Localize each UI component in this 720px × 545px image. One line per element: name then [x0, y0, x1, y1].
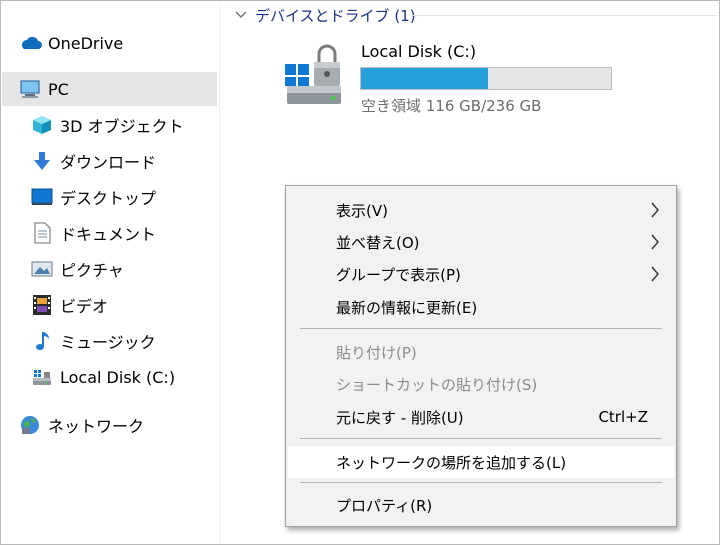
- menu-item-view[interactable]: 表示(V): [288, 194, 674, 226]
- sidebar-item-label: 3D オブジェクト: [60, 117, 184, 136]
- menu-item-shortcut: Ctrl+Z: [598, 408, 648, 426]
- menu-separator: [300, 482, 662, 483]
- chevron-right-icon: [651, 202, 659, 218]
- document-icon: [30, 221, 54, 245]
- sidebar-item-label: Local Disk (C:): [60, 367, 176, 387]
- group-header-devices[interactable]: デバイスとドライブ (1): [233, 4, 717, 26]
- menu-item-sort-by[interactable]: 並べ替え(O): [288, 226, 674, 258]
- sidebar-item-label: ピクチャ: [60, 261, 124, 280]
- drive-icon: [30, 365, 54, 389]
- menu-item-add-network-location[interactable]: ネットワークの場所を追加する(L): [288, 446, 674, 478]
- pictures-icon: [30, 257, 54, 281]
- menu-item-undo-delete[interactable]: 元に戻す - 削除(U) Ctrl+Z: [288, 401, 674, 433]
- music-note-icon: [30, 329, 54, 353]
- menu-item-label: プロパティ(R): [336, 496, 433, 515]
- menu-separator: [300, 438, 662, 439]
- drive-tile-local-disk[interactable]: Local Disk (C:) 空き領域 116 GB/236 GB: [283, 38, 643, 118]
- sidebar-item-pc[interactable]: PC: [2, 72, 217, 106]
- menu-item-paste[interactable]: 貼り付け(P): [288, 336, 674, 368]
- menu-item-label: 元に戻す - 削除(U): [336, 408, 464, 427]
- sidebar-item-label: ドキュメント: [60, 225, 157, 244]
- 3d-objects-icon: [30, 113, 54, 137]
- menu-item-label: ネットワークの場所を追加する(L): [336, 453, 567, 472]
- network-icon: [18, 413, 42, 437]
- explorer-window: OneDrive PC 3D オブジェクト ダウンロード デスクトップ ドキュメ…: [0, 0, 720, 545]
- drive-usage-bar: [360, 67, 612, 90]
- desktop-icon: [30, 185, 54, 209]
- chevron-right-icon: [651, 234, 659, 250]
- group-header-label: デバイスとドライブ (1): [255, 6, 416, 25]
- menu-item-paste-shortcut[interactable]: ショートカットの貼り付け(S): [288, 368, 674, 400]
- computer-icon: [18, 77, 42, 101]
- drive-free-space: 空き領域 116 GB/236 GB: [361, 97, 542, 115]
- sidebar-item-label: デスクトップ: [60, 189, 157, 208]
- chevron-right-icon: [651, 266, 659, 282]
- sidebar-item-downloads[interactable]: ダウンロード: [2, 144, 217, 178]
- menu-item-properties[interactable]: プロパティ(R): [288, 489, 674, 521]
- sidebar-item-label: OneDrive: [48, 33, 124, 53]
- chevron-down-icon: [235, 11, 247, 18]
- sidebar-item-3d-objects[interactable]: 3D オブジェクト: [2, 108, 217, 142]
- sidebar-item-label: ダウンロード: [60, 153, 157, 172]
- context-menu: 表示(V) 並べ替え(O) グループで表示(P) 最新の情報に更新(E) 貼り付…: [285, 185, 677, 527]
- drive-name: Local Disk (C:): [361, 42, 477, 61]
- sidebar-item-documents[interactable]: ドキュメント: [2, 216, 217, 250]
- sidebar-item-label: ビデオ: [60, 297, 109, 316]
- menu-item-label: 表示(V): [336, 201, 388, 220]
- drive-usage-fill: [361, 68, 488, 89]
- menu-item-label: ショートカットの貼り付け(S): [336, 375, 538, 394]
- menu-item-refresh[interactable]: 最新の情報に更新(E): [288, 291, 674, 323]
- sidebar-item-label: ネットワーク: [48, 417, 145, 436]
- menu-item-group-by[interactable]: グループで表示(P): [288, 258, 674, 290]
- menu-item-label: 並べ替え(O): [336, 233, 420, 252]
- sidebar-item-pictures[interactable]: ピクチャ: [2, 252, 217, 286]
- cloud-icon: [18, 31, 42, 55]
- group-header-divider: [411, 15, 717, 16]
- sidebar-item-desktop[interactable]: デスクトップ: [2, 180, 217, 214]
- locked-drive-icon: [285, 44, 341, 104]
- sidebar-item-videos[interactable]: ビデオ: [2, 288, 217, 322]
- menu-separator: [300, 328, 662, 329]
- menu-item-label: 最新の情報に更新(E): [336, 298, 478, 317]
- menu-item-label: 貼り付け(P): [336, 343, 417, 362]
- sidebar-item-onedrive[interactable]: OneDrive: [2, 26, 217, 60]
- navigation-pane: OneDrive PC 3D オブジェクト ダウンロード デスクトップ ドキュメ…: [2, 2, 220, 544]
- sidebar-item-music[interactable]: ミュージック: [2, 324, 217, 358]
- sidebar-item-label: ミュージック: [60, 333, 156, 352]
- sidebar-item-local-disk[interactable]: Local Disk (C:): [2, 360, 217, 394]
- video-icon: [30, 293, 54, 317]
- sidebar-item-network[interactable]: ネットワーク: [2, 408, 217, 442]
- menu-item-label: グループで表示(P): [336, 265, 461, 284]
- download-arrow-icon: [30, 149, 54, 173]
- sidebar-item-label: PC: [48, 79, 69, 99]
